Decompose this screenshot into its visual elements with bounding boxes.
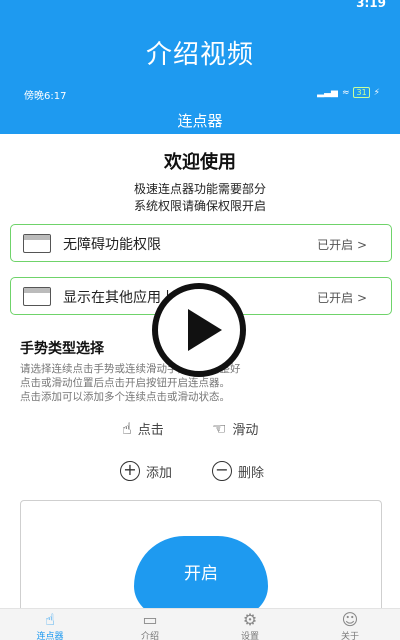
permission-status: 已开启 > <box>317 291 367 305</box>
video-header: 介绍视频 <box>0 10 400 82</box>
window-icon <box>23 287 51 306</box>
person-icon: ☺ <box>341 610 359 629</box>
minus-icon: − <box>212 461 232 481</box>
app-bar: 连点器 <box>0 104 400 134</box>
welcome-desc-line2: 系统权限请确保权限开启 <box>133 199 266 213</box>
doc-icon: ▭ <box>142 610 158 629</box>
welcome-desc-line1: 极速连点器功能需要部分 <box>133 182 266 196</box>
delete-label: 删除 <box>238 465 265 481</box>
add-label: 添加 <box>146 465 173 481</box>
welcome-title: 欢迎使用 <box>164 152 236 173</box>
outer-clock: 3:19 <box>356 0 386 10</box>
swipe-hand-icon: ☜ <box>212 419 227 438</box>
wifi-icon: ≈ <box>341 87 350 98</box>
add-button[interactable]: + 添加 <box>120 461 172 481</box>
gesture-option-slide[interactable]: ☜ 滑动 <box>212 419 258 438</box>
app-title: 连点器 <box>177 112 223 130</box>
video-title: 介绍视频 <box>145 40 254 70</box>
gesture-click-label: 点击 <box>137 423 164 438</box>
outer-status-bar: 3:19 <box>0 0 400 10</box>
battery-icon: 31 <box>353 87 370 98</box>
permission-status: 已开启 > <box>317 238 367 252</box>
nav-label: 连点器 <box>36 632 64 640</box>
window-icon <box>23 234 51 253</box>
nav-item-clicker[interactable]: ☝ 连点器 <box>0 609 100 640</box>
gesture-section-title: 手势类型选择 <box>20 341 104 357</box>
permission-label: 无障碍功能权限 <box>63 237 161 253</box>
plus-icon: + <box>120 461 140 481</box>
inner-clock: 傍晚6:17 <box>24 91 67 102</box>
nav-label: 关于 <box>340 632 359 640</box>
nav-item-intro[interactable]: ▭ 介绍 <box>100 609 200 640</box>
permission-accessibility[interactable]: 无障碍功能权限 已开启 > <box>10 224 392 262</box>
bottom-nav: ☝ 连点器 ▭ 介绍 ⚙ 设置 ☺ 关于 <box>0 608 400 640</box>
video-play-button[interactable] <box>152 283 246 377</box>
gesture-desc-line2: 点击或滑动位置后点击开启按钮开启连点器。 <box>20 377 230 389</box>
inner-status-bar: 傍晚6:17 ▂▃▅ ≈ 31 ⚡ <box>0 82 400 104</box>
charging-icon: ⚡ <box>373 87 380 98</box>
nav-label: 介绍 <box>140 632 159 640</box>
play-icon <box>188 309 222 351</box>
gesture-option-click[interactable]: ☝ 点击 <box>122 419 164 438</box>
status-icons: ▂▃▅ ≈ 31 ⚡ <box>317 87 380 98</box>
nav-label: 设置 <box>240 632 259 640</box>
gear-icon: ⚙ <box>242 610 258 629</box>
gesture-desc-line3: 点击添加可以添加多个连续点击或滑动状态。 <box>20 391 230 403</box>
tap-hand-icon: ☝ <box>122 419 132 438</box>
tap-hand-icon: ☝ <box>45 610 55 629</box>
nav-item-settings[interactable]: ⚙ 设置 <box>200 609 300 640</box>
gesture-slide-label: 滑动 <box>232 423 259 438</box>
signal-icon: ▂▃▅ <box>317 87 338 98</box>
start-button[interactable]: 开启 <box>134 536 268 616</box>
delete-button[interactable]: − 删除 <box>212 461 264 481</box>
nav-item-about[interactable]: ☺ 关于 <box>300 609 400 640</box>
